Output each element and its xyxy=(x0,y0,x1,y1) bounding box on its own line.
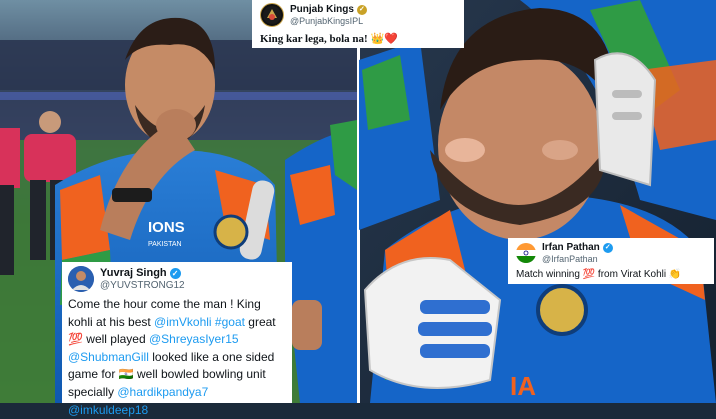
mention-link[interactable]: @imkuldeep18 xyxy=(68,403,148,417)
verified-badge-icon: ✓ xyxy=(602,242,613,253)
flag-avatar-icon xyxy=(516,242,536,263)
tweet-text-part: from Virat Kohli xyxy=(595,268,669,280)
display-name: Irfan Pathan xyxy=(542,242,600,253)
avatar xyxy=(68,266,94,292)
display-name: Punjab Kings xyxy=(290,4,354,16)
verified-badge-icon: ✓ xyxy=(356,4,367,15)
display-name: Yuvraj Singh xyxy=(100,266,167,279)
mention-link[interactable]: @hardikpandya7 xyxy=(117,385,208,399)
tweet-text: Match winning 💯 from Virat Kohli 👏 xyxy=(516,269,706,280)
hundred-points-emoji: 💯 xyxy=(582,268,596,280)
tweet-card-yuvraj-singh: Yuvraj Singh ✓ @YUVSTRONG12 Come the hour… xyxy=(62,262,292,417)
hundred-points-emoji: 💯 xyxy=(68,332,83,347)
tweet-text-body: King kar lega, bola na! xyxy=(260,33,371,45)
right-jersey-text: IA xyxy=(510,371,536,401)
right-photo: SS IA xyxy=(357,0,716,403)
verified-badge-icon: ✓ xyxy=(169,267,181,279)
avatar xyxy=(516,242,536,263)
teammate-figure xyxy=(285,120,357,403)
hashtag-link[interactable]: #goat xyxy=(215,315,245,329)
profile-photo-icon xyxy=(68,266,94,292)
tweet-text-part: Match winning xyxy=(516,268,583,280)
tweet-text: Come the hour come the man ! King kohli … xyxy=(68,296,286,419)
tweet-header: Irfan Pathan ✓ @IrfanPathan xyxy=(516,242,706,264)
avatar xyxy=(260,3,284,27)
mention-link[interactable]: @imVkohli xyxy=(154,315,212,329)
lion-crest-icon xyxy=(263,6,281,24)
tweet-text-part: well played xyxy=(82,332,149,347)
left-jersey-text: IONS xyxy=(148,219,185,236)
tweet-text: King kar lega, bola na! 👑❤️ xyxy=(260,32,456,45)
tweet-header: Punjab Kings ✓ @PunjabKingsIPL xyxy=(260,3,456,27)
india-flag-emoji: 🇮🇳 xyxy=(118,367,134,382)
tweet-header: Yuvraj Singh ✓ @YUVSTRONG12 xyxy=(68,266,286,292)
mention-link[interactable]: @ShreyasIyer15 xyxy=(149,332,239,346)
tweet-card-irfan-pathan: Irfan Pathan ✓ @IrfanPathan Match winning… xyxy=(508,238,714,284)
tweet-card-punjab-kings: Punjab Kings ✓ @PunjabKingsIPL King kar l… xyxy=(252,0,464,48)
tweet-text-part: great xyxy=(244,314,276,329)
user-handle: @PunjabKingsIPL xyxy=(290,15,364,26)
crown-heart-emoji: 👑❤️ xyxy=(370,33,398,45)
left-sponsor-text: PAKISTAN xyxy=(148,241,182,248)
user-handle: @YUVSTRONG12 xyxy=(100,279,185,291)
user-handle: @IrfanPathan xyxy=(542,253,598,264)
clap-emoji: 👏 xyxy=(668,268,682,280)
mention-link[interactable]: @ShubmanGill xyxy=(68,350,149,364)
